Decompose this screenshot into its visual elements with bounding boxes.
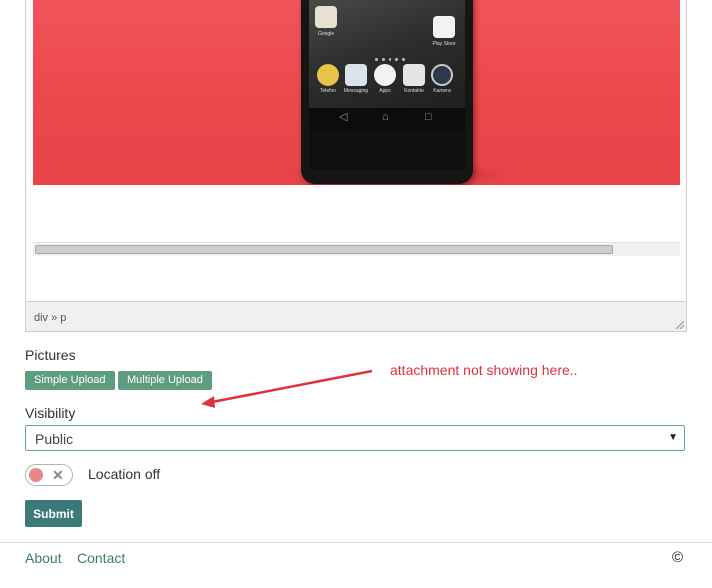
contacts-app-icon [403,64,425,86]
close-icon: ✕ [52,467,64,483]
phone-app-icon [317,64,339,86]
app-label-play-store: Play Store [432,41,456,47]
pictures-label: Pictures [25,347,76,363]
phone-device: Google Play Store Telefon Messaging Apps… [301,0,473,184]
home-icon: ⌂ [382,111,389,123]
google-app-icon [315,6,337,28]
play-store-app-icon [433,16,455,38]
recents-icon: □ [425,111,432,123]
embedded-phone-photo: Google Play Store Telefon Messaging Apps… [33,0,680,185]
back-icon: ◁ [339,111,348,123]
camera-app-icon [431,64,453,86]
editor-status-bar: div » p [26,301,686,331]
simple-upload-button[interactable]: Simple Upload [25,371,115,390]
phone-screen: Google Play Store Telefon Messaging Apps… [309,0,465,108]
phone-nav-bar: ◁ ⌂ □ [309,108,465,130]
about-link[interactable]: About [25,550,62,566]
visibility-select[interactable]: Public ▼ [25,425,685,451]
copyright-symbol: © [672,549,684,566]
app-label-google: Google [317,31,335,37]
submit-button[interactable]: Submit [25,500,82,527]
horizontal-scrollbar[interactable] [33,242,680,256]
location-toggle[interactable]: ✕ [25,464,73,486]
phone-bezel [309,130,465,170]
contact-link[interactable]: Contact [77,550,125,566]
chevron-down-icon: ▼ [668,432,678,443]
scrollbar-thumb[interactable] [35,245,613,254]
apps-drawer-icon [374,64,396,86]
location-status-label: Location off [88,466,161,482]
multiple-upload-button[interactable]: Multiple Upload [118,371,212,390]
visibility-label: Visibility [25,405,76,421]
visibility-selected-value: Public [35,431,74,447]
app-label-apps: Apps [379,88,391,94]
page-indicator-dots [375,58,405,62]
resize-handle-icon[interactable] [676,321,684,329]
element-path: div » p [34,312,67,324]
editor-content-area[interactable]: Google Play Store Telefon Messaging Apps… [26,0,686,300]
app-label-kamera: Kamera [433,88,451,94]
messaging-app-icon [345,64,367,86]
rich-text-editor[interactable]: Google Play Store Telefon Messaging Apps… [25,0,687,332]
annotation-text: attachment not showing here.. [390,362,578,378]
toggle-knob [29,468,43,482]
footer-divider [0,542,712,543]
app-label-messaging: Messaging [343,88,369,94]
